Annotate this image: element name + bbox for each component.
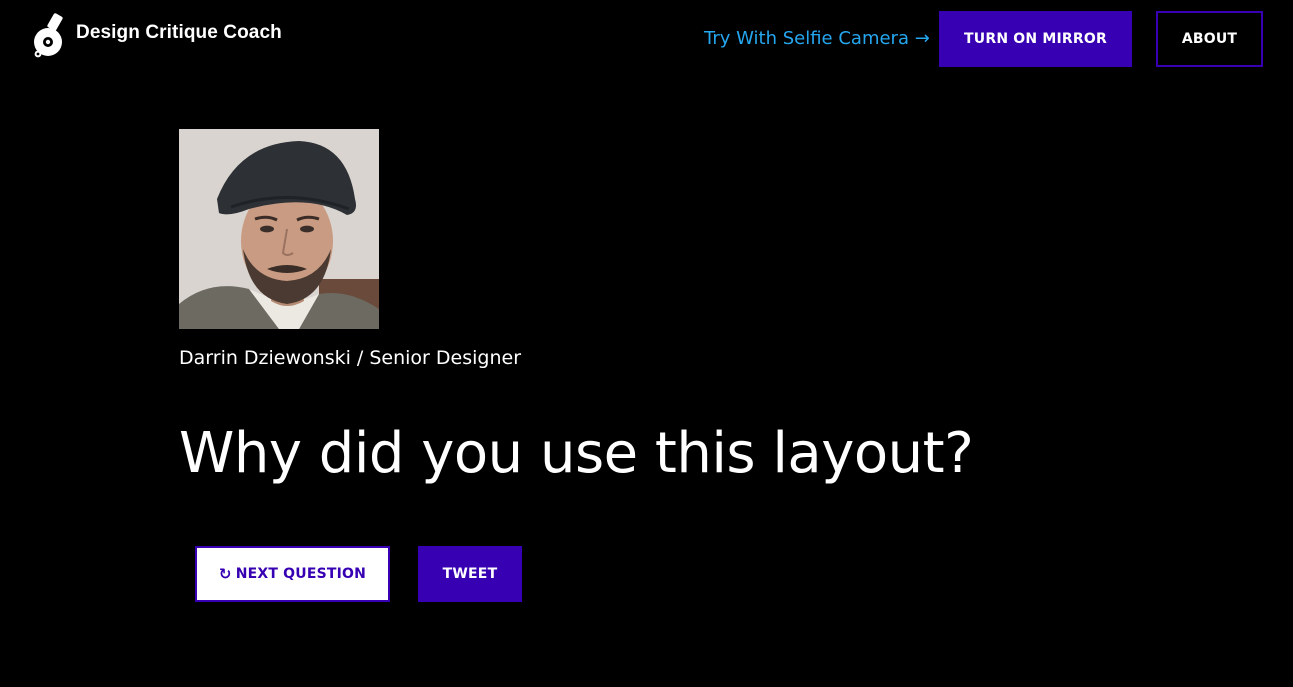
selfie-camera-link[interactable]: Try With Selfie Camera → [704, 28, 930, 49]
about-button[interactable]: ABOUT [1156, 11, 1263, 67]
critique-question: Why did you use this layout? [179, 421, 974, 486]
top-bar: Design Critique Coach Try With Selfie Ca… [0, 0, 1293, 80]
brand-name: Design Critique Coach [76, 22, 282, 43]
tweet-button[interactable]: TWEET [418, 546, 522, 602]
whistle-icon [34, 13, 63, 58]
author-credit: Darrin Dziewonski / Senior Designer [179, 347, 522, 369]
next-question-button[interactable]: ↻ NEXT QUESTION [195, 546, 390, 602]
refresh-icon: ↻ [218, 565, 232, 583]
turn-on-mirror-button[interactable]: TURN ON MIRROR [939, 11, 1132, 67]
avatar [179, 129, 379, 329]
brand[interactable]: Design Critique Coach [32, 12, 282, 58]
next-question-label: NEXT QUESTION [235, 566, 367, 582]
avatar-portrait [179, 129, 379, 329]
